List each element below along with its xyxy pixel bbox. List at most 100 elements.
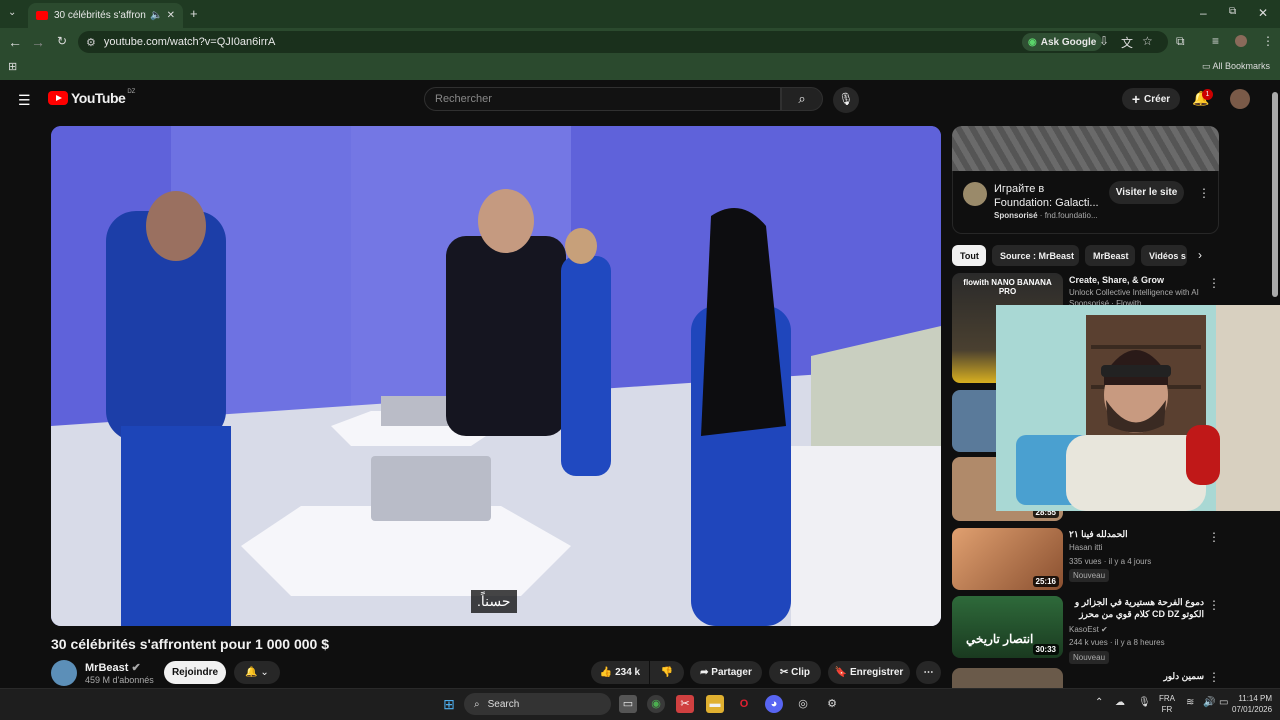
steam-icon[interactable]: ⚙: [823, 695, 841, 713]
rec-title[interactable]: الحمدلله فينا ٢١: [1069, 528, 1204, 540]
rec-more-icon[interactable]: ⋮: [1208, 530, 1220, 544]
chip-mrbeast[interactable]: MrBeast: [1085, 245, 1135, 266]
rec-more-icon[interactable]: ⋮: [1208, 598, 1220, 612]
scissors-icon: ✂: [779, 667, 789, 678]
tray-cloud-icon[interactable]: ☁: [1115, 697, 1125, 708]
rec-duration: 25:16: [1032, 576, 1059, 587]
thumbs-up-icon: 👍: [599, 667, 613, 678]
new-badge: Nouveau: [1069, 569, 1110, 582]
rec-thumbnail[interactable]: 25:16: [952, 528, 1063, 590]
rec-thumb-text: flowith NANO BANANA PRO: [963, 278, 1052, 296]
tray-mic-icon[interactable]: 🎙: [1138, 697, 1151, 708]
translate-icon[interactable]: 文: [1121, 34, 1133, 51]
ad-domain: · fnd.foundatio...: [1037, 211, 1098, 220]
windows-start-icon[interactable]: ⊞: [440, 695, 458, 713]
chip-source-mrbeast[interactable]: Source : MrBeast: [992, 245, 1079, 266]
ad-title[interactable]: Играйте в Foundation: Galacti...: [994, 182, 1104, 210]
dislike-button[interactable]: 👎: [650, 661, 684, 684]
system-clock[interactable]: 11:14 PM 07/01/2026: [1232, 693, 1272, 715]
youtube-logo[interactable]: YouTube DZ: [48, 89, 135, 106]
share-button[interactable]: ➦ Partager: [690, 661, 762, 684]
visit-site-button[interactable]: Visiter le site: [1109, 181, 1184, 204]
rec-title[interactable]: دموع الفرحة هستيرية في الجزائر و الكوتو …: [1069, 596, 1204, 620]
install-icon[interactable]: ⇩: [1099, 34, 1109, 48]
ad-banner-image[interactable]: [952, 126, 1219, 171]
browser-tab[interactable]: 30 célébrités s'affrontent po 🔈 ✕: [28, 3, 183, 28]
bookmark-star-icon[interactable]: ☆: [1142, 34, 1153, 48]
opera-icon[interactable]: O: [735, 695, 753, 713]
battery-icon[interactable]: ▭: [1219, 697, 1228, 708]
ask-google-button[interactable]: ◉ Ask Google: [1022, 33, 1103, 51]
share-icon: ➦: [700, 667, 709, 678]
all-bookmarks[interactable]: ▭ All Bookmarks: [1202, 61, 1270, 72]
account-avatar[interactable]: [1230, 89, 1250, 109]
forward-icon[interactable]: →: [30, 34, 46, 50]
close-icon[interactable]: ✕: [167, 10, 175, 21]
ad-sponsor-line: Sponsorisé · fnd.foundatio...: [994, 211, 1098, 220]
chip-videos[interactable]: Vidéos s: [1141, 245, 1187, 266]
apps-icon[interactable]: ⊞: [8, 60, 17, 73]
minimize-icon[interactable]: –: [1200, 6, 1207, 20]
like-count: 234 k: [615, 667, 641, 678]
rec-more-icon[interactable]: ⋮: [1208, 276, 1220, 290]
chips-next-icon[interactable]: ›: [1198, 248, 1202, 262]
subscription-bell-button[interactable]: 🔔 ⌄: [234, 661, 280, 684]
channel-avatar[interactable]: [51, 660, 77, 686]
extensions-icon[interactable]: ⧉: [1176, 34, 1185, 49]
hamburger-menu-icon[interactable]: ☰: [18, 92, 31, 109]
lang-line2: FR: [1161, 705, 1173, 714]
close-window-icon[interactable]: ✕: [1258, 6, 1268, 20]
site-info-icon[interactable]: ⚙: [86, 36, 96, 49]
wifi-icon[interactable]: ≋: [1186, 697, 1194, 708]
back-icon[interactable]: ←: [7, 34, 23, 50]
rec-title[interactable]: Create, Share, & Grow: [1069, 274, 1204, 286]
chip-all[interactable]: Tout: [952, 245, 986, 266]
voice-search-button[interactable]: 🎙: [833, 87, 859, 113]
profile-avatar[interactable]: [1235, 35, 1247, 47]
chrome-icon[interactable]: ◉: [647, 695, 665, 713]
input-language[interactable]: FRA FR: [1159, 693, 1175, 715]
rec-thumbnail[interactable]: [952, 668, 1063, 688]
rec-meta: 335 vues · il y a 4 jours: [1069, 557, 1152, 566]
volume-icon[interactable]: 🔊: [1203, 697, 1215, 708]
channel-name[interactable]: MrBeast ✔: [85, 661, 141, 674]
restore-icon[interactable]: ⧉: [1229, 6, 1236, 17]
notification-count-badge: 1: [1202, 89, 1213, 100]
file-explorer-icon[interactable]: ▬: [706, 695, 724, 713]
windows-taskbar: [0, 688, 1280, 720]
rec-title[interactable]: سمين دلور: [1069, 670, 1204, 682]
reload-icon[interactable]: ↻: [54, 34, 70, 48]
logo-text: YouTube: [71, 90, 126, 106]
new-badge: Nouveau: [1069, 651, 1110, 664]
more-actions-button[interactable]: ⋯: [916, 661, 941, 684]
verified-icon: ✔: [131, 662, 141, 674]
search-input[interactable]: Rechercher: [424, 87, 781, 111]
create-button[interactable]: + Créer: [1122, 88, 1180, 110]
subscriber-count: 459 M d'abonnés: [85, 675, 154, 685]
like-button[interactable]: 👍 234 k: [591, 661, 649, 684]
menu-icon[interactable]: ⋮: [1262, 34, 1274, 48]
speaker-icon[interactable]: 🔈: [150, 10, 162, 21]
rec-more-icon[interactable]: ⋮: [1208, 670, 1220, 684]
rec-channel: Unlock Collective Intelligence with AI: [1069, 288, 1199, 297]
clip-label: Clip: [791, 667, 811, 678]
video-player[interactable]: [51, 126, 941, 626]
page-scrollbar[interactable]: [1272, 92, 1278, 297]
video-frame: [51, 126, 941, 626]
discord-icon[interactable]: ◕: [765, 695, 783, 713]
new-tab-icon[interactable]: +: [190, 6, 198, 21]
reading-list-icon[interactable]: ≡: [1212, 34, 1219, 48]
join-button[interactable]: Rejoindre: [164, 661, 226, 684]
clip-button[interactable]: ✂ Clip: [769, 661, 821, 684]
search-button[interactable]: ⌕: [781, 87, 823, 111]
rec-thumbnail[interactable]: انتصار تاريخي 30:33: [952, 596, 1063, 658]
tray-chevron-icon[interactable]: ⌃: [1095, 697, 1103, 708]
address-bar[interactable]: ⚙ youtube.com/watch?v=QJI0an6irrA: [78, 31, 1168, 53]
snipping-tool-icon[interactable]: ✂: [676, 695, 694, 713]
obs-icon[interactable]: ◎: [794, 695, 812, 713]
task-view-icon[interactable]: ▭: [619, 695, 637, 713]
ad-more-icon[interactable]: ⋮: [1198, 186, 1210, 200]
taskbar-search[interactable]: ⌕ Search: [464, 693, 611, 715]
save-button[interactable]: 🔖 Enregistrer: [828, 661, 910, 684]
tab-search-icon[interactable]: ⌄: [8, 7, 16, 18]
